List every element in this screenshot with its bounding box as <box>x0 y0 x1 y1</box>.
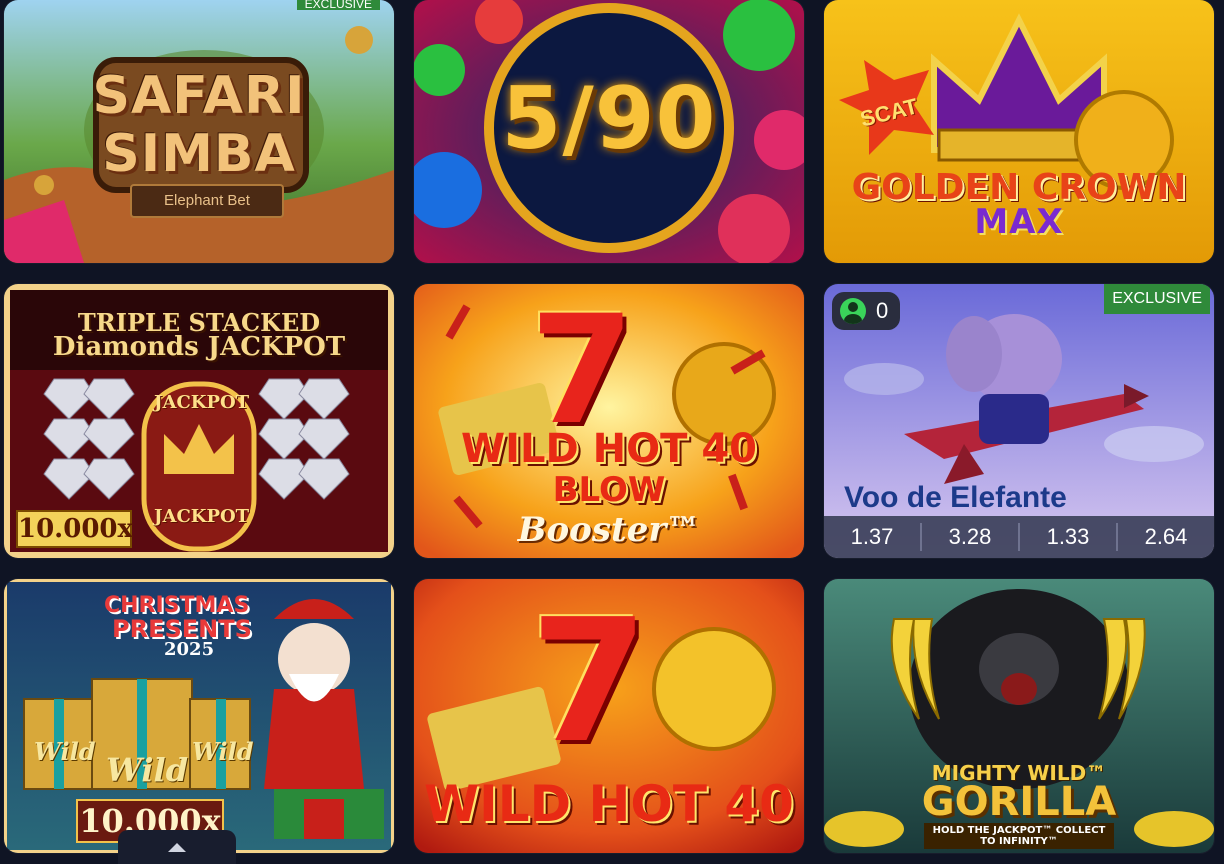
game-tile-wild-hot-40-blow-booster[interactable]: 7 WILD HOT 40 BLOW Booster™ <box>414 284 804 558</box>
game-tile-5-90[interactable]: 5/90 <box>414 0 804 263</box>
seven-symbol: 7 <box>530 583 649 781</box>
chevron-up-icon <box>168 842 186 852</box>
multiplier-history: 1.37 3.28 1.33 2.64 <box>824 516 1214 558</box>
game-title-line2: Diamonds JACKPOT <box>52 332 346 362</box>
multiplier-value: 2.64 <box>1144 524 1188 549</box>
game-tile-mighty-wild-gorilla[interactable]: MIGHTY WILD™ GORILLA HOLD THE JACKPOT™ C… <box>824 579 1214 853</box>
jackpot-label-top: JACKPOT <box>154 392 250 413</box>
wild-symbol: Wild <box>106 751 189 789</box>
game-title-line3: Booster™ <box>517 510 701 550</box>
jackpot-label-bottom: JACKPOT <box>154 506 250 527</box>
multiplier-value: 3.28 <box>922 523 1020 551</box>
game-title-line2: BLOW <box>552 470 666 510</box>
players-count: 0 <box>876 298 889 323</box>
wild-symbol: Wild <box>34 737 96 766</box>
game-title-line3: 2025 <box>164 639 215 660</box>
game-tile-triple-stacked-diamonds[interactable]: TRIPLE STACKED Diamonds JACKPOT JACKPOT … <box>4 284 394 558</box>
brand-label: Elephant Bet <box>130 184 284 218</box>
game-title: WILD HOT 40 <box>424 775 794 833</box>
game-title-line2: MAX <box>974 202 1064 242</box>
game-title-line1: GOLDEN CROWN <box>851 167 1187 208</box>
game-title-line2: SIMBA <box>102 124 296 184</box>
game-tagline: HOLD THE JACKPOT™ COLLECT TO INFINITY™ <box>924 823 1114 849</box>
user-icon <box>840 298 866 324</box>
game-title-line2: GORILLA <box>921 779 1117 825</box>
game-title-line1: SAFARI <box>92 66 306 126</box>
multiplier-value: 1.33 <box>1020 523 1118 551</box>
game-tile-golden-crown-max[interactable]: SCAT GOLDEN CROWN MAX <box>824 0 1214 263</box>
players-counter: 0 <box>832 292 901 330</box>
wild-symbol: Wild <box>192 737 254 766</box>
game-tile-christmas-presents-2025[interactable]: CHRISTMAS PRESENTS 2025 Wild Wild Wild 1… <box>4 579 394 853</box>
scroll-up-button[interactable] <box>118 830 236 864</box>
exclusive-badge: EXCLUSIVE <box>296 0 380 10</box>
exclusive-badge: EXCLUSIVE <box>1104 284 1210 314</box>
multiplier-value: 1.37 <box>824 523 922 551</box>
game-tile-voo-do-elefante[interactable]: 0 EXCLUSIVE Voo de Elefante 1.37 3.28 1.… <box>824 284 1214 558</box>
game-tile-wild-hot-40[interactable]: 7 WILD HOT 40 <box>414 579 804 853</box>
game-title-line1: WILD HOT 40 <box>461 426 757 472</box>
game-tile-safari-simba[interactable]: SAFARI SIMBA Elephant Bet EXCLUSIVE <box>4 0 394 263</box>
game-title: 5/90 <box>501 69 717 169</box>
multiplier-badge: 10.000x <box>16 510 133 548</box>
game-logo-text: Voo de Elefante <box>844 481 1067 514</box>
